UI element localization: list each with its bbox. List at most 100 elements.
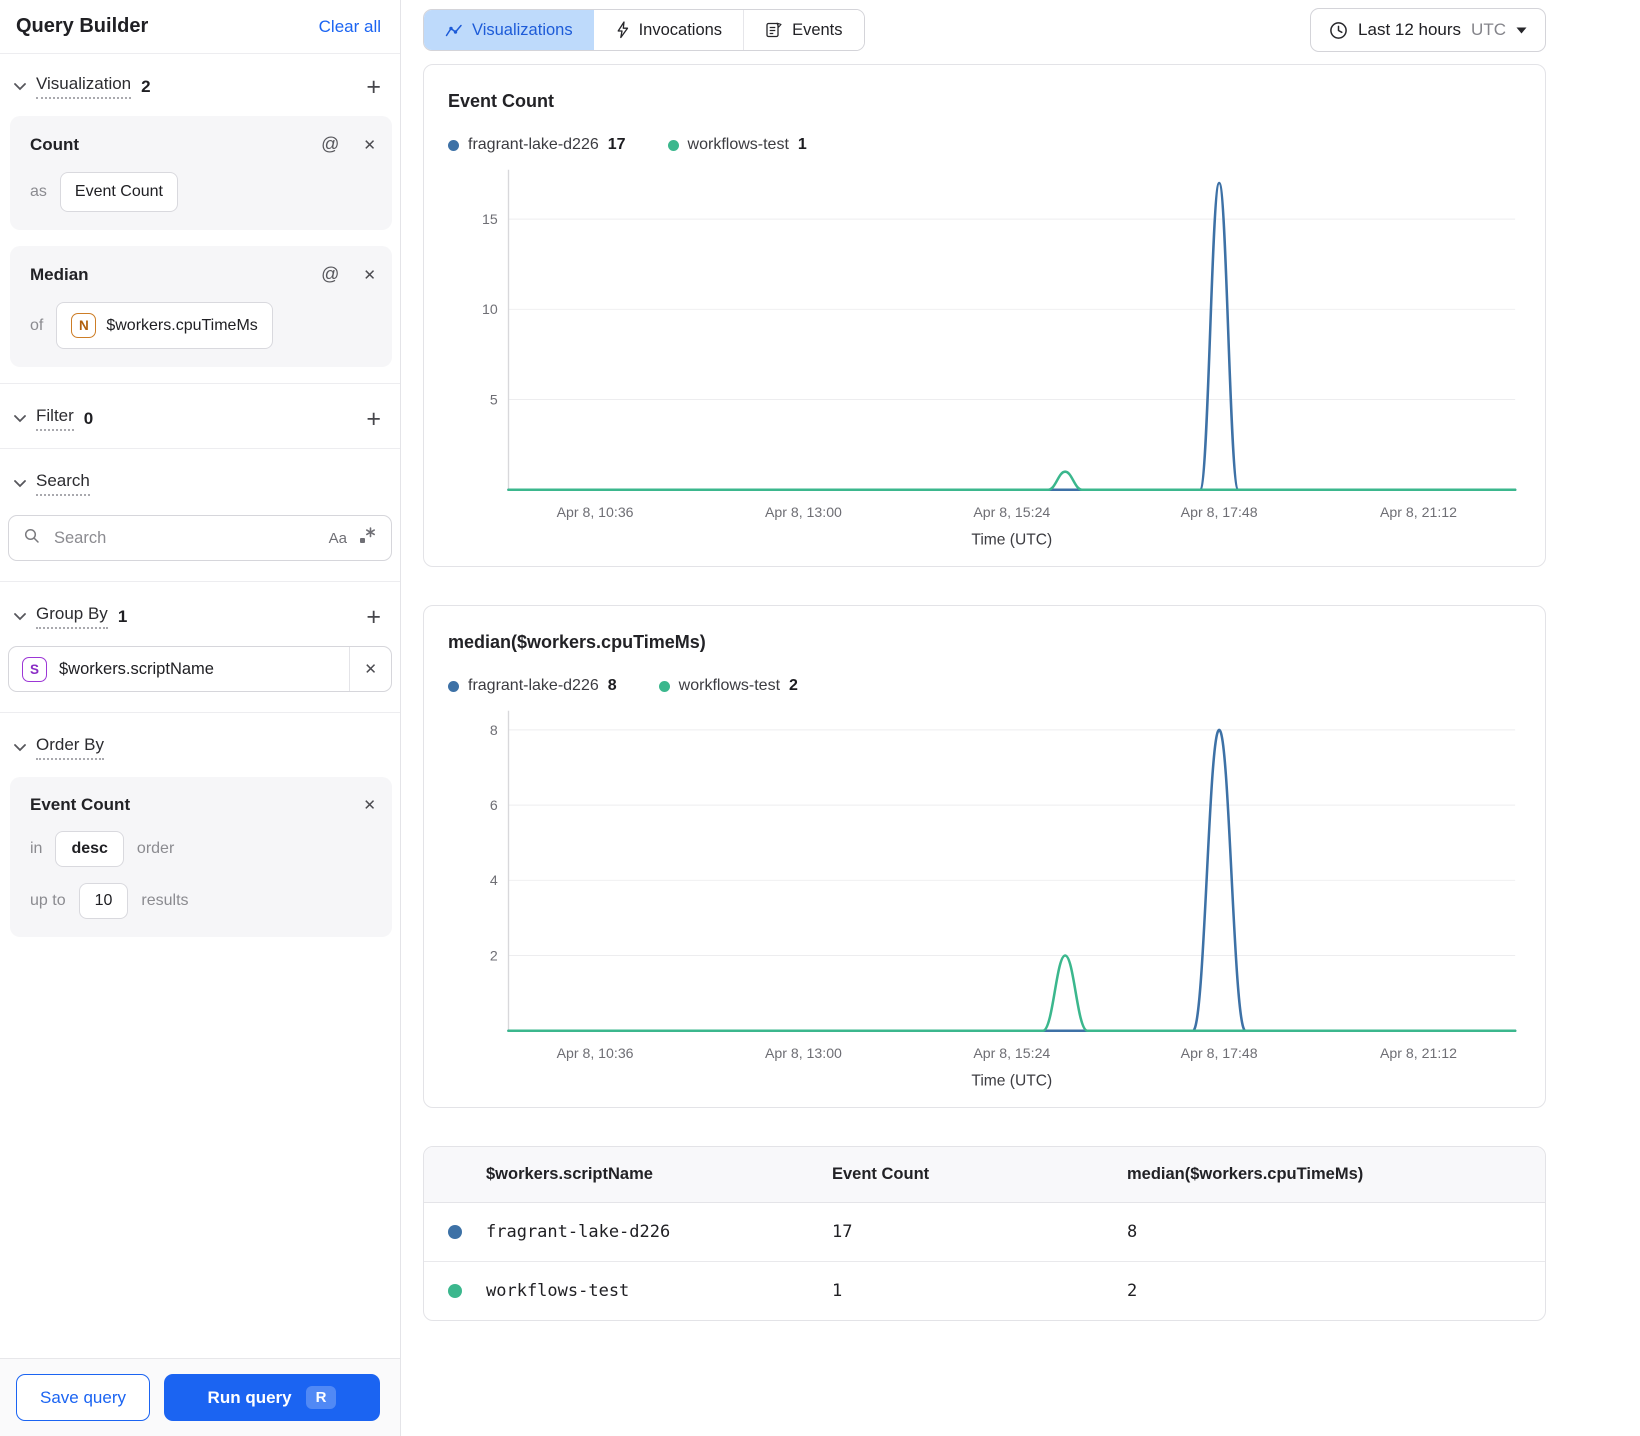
groupby-count: 1 — [117, 606, 128, 626]
order-label: order — [136, 840, 175, 857]
chevron-down-icon[interactable] — [14, 82, 26, 91]
cell-scriptname: workflows-test — [486, 1281, 630, 1302]
section-groupby-header[interactable]: Group By 1 + — [0, 586, 400, 642]
alias-field[interactable]: Event Count — [59, 172, 178, 212]
caret-down-icon — [1516, 27, 1527, 33]
series-dot-cell — [424, 1284, 486, 1299]
search-input[interactable] — [52, 527, 318, 549]
series-name: fragrant-lake-d226 — [468, 136, 599, 153]
chart-title: median($workers.cpuTimeMs) — [448, 632, 706, 653]
svg-text:5: 5 — [490, 391, 498, 407]
divider — [0, 448, 400, 449]
svg-text:6: 6 — [490, 797, 498, 813]
tab-label: Invocations — [638, 20, 723, 39]
sidebar-header: Query Builder Clear all — [0, 0, 400, 54]
timezone-label: UTC — [1471, 20, 1506, 39]
series-name: workflows-test — [678, 677, 781, 695]
close-icon[interactable]: ✕ — [363, 266, 376, 284]
orderby-field-label: Event Count — [30, 795, 131, 814]
close-icon[interactable]: ✕ — [363, 796, 376, 814]
table-header-row: $workers.scriptName Event Count median($… — [424, 1147, 1545, 1204]
section-visualization-label: Visualization — [36, 74, 132, 99]
regex-icon[interactable] — [358, 526, 377, 550]
page-title: Query Builder — [16, 15, 149, 37]
svg-text:10: 10 — [482, 301, 498, 317]
run-query-label: Run query — [207, 1387, 292, 1407]
chevron-down-icon[interactable] — [14, 479, 26, 488]
chart-title: Event Count — [448, 91, 554, 111]
sidebar-footer: Save query Run query R — [0, 1358, 400, 1436]
add-groupby-button[interactable]: + — [366, 604, 381, 629]
line-chart[interactable]: 5 10 15 Apr 8, 10:36 Apr 8, 13:00 Apr 8, 15:2… — [448, 162, 1521, 552]
svg-text:Time (UTC): Time (UTC) — [971, 1073, 1052, 1090]
legend-item[interactable]: fragrant-lake-d226 8 — [448, 677, 617, 695]
time-range-label: Last 12 hours — [1358, 20, 1462, 39]
groupby-field: $workers.scriptName — [59, 659, 214, 678]
order-direction-selector[interactable]: desc — [55, 831, 124, 867]
series-total: 2 — [789, 677, 798, 695]
series-total: 8 — [607, 677, 617, 695]
result-limit-input[interactable]: 10 — [78, 883, 129, 919]
match-case-icon[interactable]: Aa — [329, 530, 347, 547]
chart-legend: fragrant-lake-d226 8 workflows-test 2 — [448, 677, 1521, 695]
svg-text:Apr 8, 15:24: Apr 8, 15:24 — [973, 1045, 1050, 1061]
legend-item[interactable]: workflows-test 2 — [658, 677, 798, 695]
section-visualization-header[interactable]: Visualization 2 + — [0, 56, 400, 112]
field-selector[interactable]: N $workers.cpuTimeMs — [56, 302, 273, 349]
section-filter-header[interactable]: Filter 0 + — [0, 388, 400, 444]
groupby-item[interactable]: S $workers.scriptName ✕ — [8, 646, 392, 692]
add-filter-button[interactable]: + — [366, 406, 381, 431]
remove-groupby-button[interactable]: ✕ — [349, 647, 391, 691]
svg-text:Apr 8, 13:00: Apr 8, 13:00 — [765, 1045, 842, 1061]
section-orderby-header[interactable]: Order By — [0, 717, 400, 773]
field-value: $workers.cpuTimeMs — [106, 316, 258, 334]
sidebar-body: Visualization 2 + Count @ ✕ as Event Cou… — [0, 54, 400, 1358]
series-total: 1 — [797, 136, 807, 153]
topbar: Visualizations Invocations Events Last 1… — [423, 8, 1546, 52]
line-chart[interactable]: 2 4 6 8 Apr 8, 10:36 Apr 8, 13:00 Apr 8, 15:24… — [448, 703, 1521, 1093]
event-log-icon — [766, 22, 782, 38]
series-name: workflows-test — [687, 136, 789, 153]
save-query-button[interactable]: Save query — [16, 1374, 150, 1421]
cell-median: 2 — [1127, 1281, 1138, 1302]
number-type-icon: N — [71, 313, 97, 338]
cell-event-count: 1 — [832, 1281, 843, 1302]
section-search-label: Search — [36, 471, 90, 496]
section-filter-label: Filter — [36, 406, 74, 431]
cell-scriptname: fragrant-lake-d226 — [486, 1222, 671, 1243]
median-cputime-chart-card: median($workers.cpuTimeMs) fragrant-lake… — [423, 605, 1546, 1109]
column-header-median: median($workers.cpuTimeMs) — [1127, 1165, 1364, 1184]
add-visualization-button[interactable]: + — [366, 74, 381, 99]
event-count-chart-card: Event Count fragrant-lake-d226 17 workflow… — [423, 64, 1546, 568]
table-row[interactable]: workflows-test 1 2 — [424, 1262, 1545, 1320]
series-name: fragrant-lake-d226 — [468, 677, 599, 695]
string-type-icon: S — [22, 656, 47, 682]
results-table: $workers.scriptName Event Count median($… — [423, 1146, 1546, 1322]
time-range-selector[interactable]: Last 12 hours UTC — [1310, 8, 1546, 52]
legend-item[interactable]: fragrant-lake-d226 17 — [448, 136, 626, 154]
series-dot — [658, 680, 670, 692]
svg-text:2: 2 — [490, 948, 498, 964]
at-icon[interactable]: @ — [321, 264, 339, 285]
tab-events[interactable]: Events — [743, 10, 864, 50]
svg-text:Apr 8, 10:36: Apr 8, 10:36 — [557, 1045, 634, 1061]
svg-text:Apr 8, 17:48: Apr 8, 17:48 — [1181, 504, 1258, 520]
svg-text:Time (UTC): Time (UTC) — [971, 531, 1052, 548]
clear-all-button[interactable]: Clear all — [319, 17, 381, 37]
table-row[interactable]: fragrant-lake-d226 17 8 — [424, 1203, 1545, 1263]
tab-invocations[interactable]: Invocations — [593, 10, 744, 50]
series-dot — [667, 139, 679, 151]
close-icon[interactable]: ✕ — [363, 136, 376, 154]
search-icon — [23, 527, 41, 550]
run-query-button[interactable]: Run query R — [164, 1374, 380, 1421]
chevron-down-icon[interactable] — [14, 743, 26, 752]
query-builder-panel: Query Builder Clear all Visualization 2 … — [0, 0, 401, 1436]
chevron-down-icon[interactable] — [14, 414, 26, 423]
visualization-card-median: Median @ ✕ of N $workers.cpuTimeMs — [10, 246, 392, 367]
at-icon[interactable]: @ — [321, 134, 339, 155]
tab-visualizations[interactable]: Visualizations — [424, 10, 594, 50]
legend-item[interactable]: workflows-test 1 — [667, 136, 807, 154]
chevron-down-icon[interactable] — [14, 612, 26, 621]
section-search-header[interactable]: Search — [0, 453, 400, 509]
clock-icon — [1330, 21, 1347, 39]
